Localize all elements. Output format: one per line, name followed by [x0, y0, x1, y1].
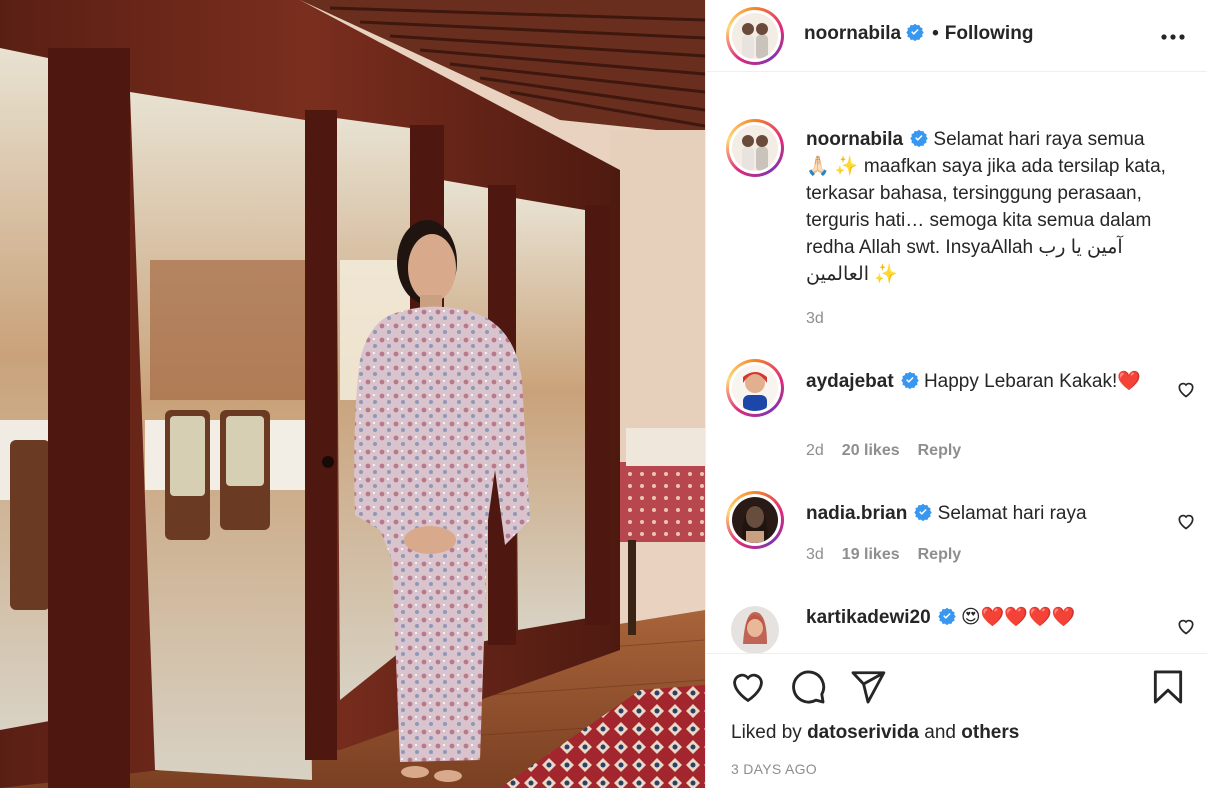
- like-comment-heart-icon[interactable]: [1176, 616, 1196, 636]
- avatar-image: [732, 497, 778, 543]
- like-comment-heart-icon[interactable]: [1176, 511, 1196, 531]
- comment-username[interactable]: nadia.brian: [806, 503, 907, 524]
- commenter-avatar[interactable]: [726, 359, 784, 417]
- verified-badge-icon: [910, 129, 928, 147]
- liked-others[interactable]: others: [961, 722, 1019, 743]
- avatar-image: [731, 606, 779, 653]
- liked-by-user[interactable]: datoserivida: [807, 722, 919, 743]
- comment-time[interactable]: 3d: [806, 546, 824, 563]
- comment-body: Selamat hari raya: [937, 503, 1087, 524]
- post-header: noornabila • Following: [706, 0, 1207, 72]
- comment-text: kartikadewi20 😍❤️❤️❤️❤️: [806, 604, 1166, 631]
- like-heart-icon[interactable]: [729, 668, 767, 706]
- avatar-image: [732, 365, 778, 411]
- header-username-row: noornabila • Following: [804, 23, 1033, 45]
- verified-badge-icon: [900, 371, 919, 389]
- post-photo[interactable]: [0, 0, 705, 788]
- comment-meta: 3d 19 likes Reply: [806, 546, 979, 564]
- following-button[interactable]: Following: [945, 23, 1034, 44]
- reply-button[interactable]: Reply: [918, 546, 962, 563]
- comment-body: Happy Lebaran Kakak!❤️: [923, 371, 1141, 392]
- comment-icon[interactable]: [789, 668, 827, 706]
- comment-likes[interactable]: 19 likes: [842, 546, 900, 563]
- verified-badge-icon: [906, 23, 924, 41]
- comment-time[interactable]: 2d: [806, 442, 824, 459]
- caption-meta: 3d: [806, 310, 842, 328]
- caption-text: noornabila Selamat hari raya semua 🙏🏻 ✨ …: [806, 126, 1166, 288]
- avatar-image: [732, 13, 778, 59]
- verified-badge-icon: [937, 607, 956, 625]
- caption-username[interactable]: noornabila: [806, 129, 903, 150]
- liked-prefix: Liked by: [731, 722, 802, 743]
- comment-body: 😍❤️❤️❤️❤️: [960, 607, 1076, 628]
- more-options-icon[interactable]: [1158, 22, 1188, 52]
- caption-body: 🙏🏻 ✨ maafkan saya jika ada tersilap kata…: [806, 156, 1166, 285]
- post-image: [0, 0, 705, 788]
- post-actions: Liked by datoserivida and others 3 DAYS …: [706, 653, 1207, 788]
- comment-meta: 2d 20 likes Reply: [806, 442, 979, 460]
- share-paper-plane-icon[interactable]: [849, 668, 887, 706]
- caption-time[interactable]: 3d: [806, 310, 824, 327]
- save-bookmark-icon[interactable]: [1149, 668, 1187, 706]
- verified-badge-icon: [914, 503, 933, 521]
- commenter-avatar[interactable]: [726, 491, 784, 549]
- caption-avatar[interactable]: [726, 119, 784, 177]
- liked-and: and: [924, 722, 956, 743]
- post-side-panel: noornabila • Following noornabila Selama…: [705, 0, 1207, 788]
- liked-by-text: Liked by datoserivida and others: [731, 722, 1019, 744]
- comment-username[interactable]: aydajebat: [806, 371, 894, 392]
- comment-likes[interactable]: 20 likes: [842, 442, 900, 459]
- post-timestamp[interactable]: 3 DAYS AGO: [731, 761, 817, 777]
- author-avatar[interactable]: [726, 7, 784, 65]
- avatar-image: [732, 125, 778, 171]
- follow-separator: •: [932, 23, 939, 44]
- comment-text: nadia.brian Selamat hari raya: [806, 500, 1166, 527]
- like-comment-heart-icon[interactable]: [1176, 379, 1196, 399]
- author-username[interactable]: noornabila: [804, 23, 901, 44]
- caption-line1: Selamat hari raya semua: [933, 129, 1145, 150]
- comment-text: aydajebat Happy Lebaran Kakak!❤️: [806, 368, 1166, 395]
- commenter-avatar[interactable]: [726, 601, 784, 653]
- comments-list[interactable]: noornabila Selamat hari raya semua 🙏🏻 ✨ …: [706, 73, 1207, 653]
- reply-button[interactable]: Reply: [918, 442, 962, 459]
- comment-username[interactable]: kartikadewi20: [806, 607, 931, 628]
